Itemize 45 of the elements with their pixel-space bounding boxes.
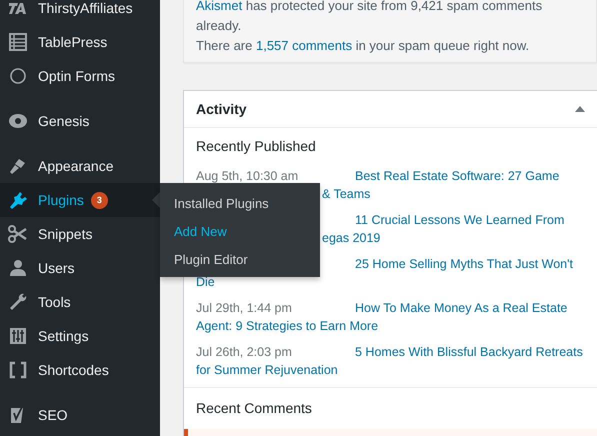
post-title-link[interactable]: Die bbox=[196, 273, 215, 291]
post-title-link[interactable]: Agent: 9 Strategies to Earn More bbox=[196, 317, 378, 335]
post-title-link[interactable]: 25 Home Selling Myths That Just Won't bbox=[355, 257, 573, 271]
sidebar-item[interactable]: Tools bbox=[0, 285, 160, 319]
sidebar-item[interactable]: ThirstyAffiliates bbox=[0, 0, 160, 25]
circle-icon bbox=[8, 66, 28, 86]
post-title-link[interactable]: Best Real Estate Software: 27 Game bbox=[355, 169, 560, 183]
sidebar-item[interactable]: Appearance bbox=[0, 149, 160, 183]
sidebar-item[interactable]: Snippets bbox=[0, 217, 160, 251]
collapse-toggle-icon[interactable] bbox=[575, 106, 585, 112]
sidebar-item[interactable]: SEO bbox=[0, 398, 160, 432]
plug-icon bbox=[8, 190, 28, 210]
wrench-icon bbox=[8, 292, 28, 312]
post-title-link[interactable]: 5 Homes With Blissful Backyard Retreats bbox=[355, 345, 583, 359]
post-title-link[interactable]: How To Make Money As a Real Estate bbox=[355, 301, 568, 315]
scissors-icon bbox=[8, 224, 28, 244]
notice-link[interactable]: 1,557 comments bbox=[256, 38, 352, 53]
section-heading: Recently Published bbox=[195, 137, 317, 156]
table-icon bbox=[8, 32, 28, 52]
user-icon bbox=[8, 258, 28, 278]
post-title-link[interactable]: 11 Crucial Lessons We Learned From bbox=[355, 213, 564, 227]
post-date: Jul 26th, 2:03 pm bbox=[196, 344, 293, 361]
submenu-item[interactable]: Plugin Editor bbox=[160, 246, 320, 274]
count-badge: 3 bbox=[90, 192, 108, 208]
sidebar-item[interactable]: TablePress bbox=[0, 25, 160, 59]
sidebar-item[interactable]: Shortcodes bbox=[0, 353, 160, 387]
post-title-link[interactable]: & Teams bbox=[322, 185, 370, 203]
notice-text: There are 1,557 comments in your spam queue right now. bbox=[196, 37, 530, 55]
post-date: Aug 5th, 10:30 am bbox=[196, 168, 300, 185]
brackets-icon bbox=[8, 360, 28, 380]
submenu-item[interactable]: Add New bbox=[160, 218, 320, 246]
brush-icon bbox=[8, 156, 28, 176]
sidebar-item[interactable]: Plugins 3 bbox=[0, 183, 160, 217]
card-title: Activity bbox=[196, 100, 247, 118]
notice-link[interactable]: Akismet bbox=[196, 0, 242, 13]
post-title-link[interactable]: for Summer Rejuvenation bbox=[196, 361, 338, 379]
sidebar-item[interactable]: Settings bbox=[0, 319, 160, 353]
sidebar-item[interactable]: Optin Forms bbox=[0, 59, 160, 93]
notice-text: Akismet has protected your site from 9,421 spam comments already. bbox=[196, 0, 544, 35]
sliders-icon bbox=[8, 326, 28, 346]
post-title-link[interactable]: egas 2019 bbox=[322, 229, 380, 247]
submenu-item[interactable]: Installed Plugins bbox=[160, 190, 320, 218]
post-date: Jul 29th, 1:44 pm bbox=[196, 300, 293, 317]
sidebar-item[interactable]: Genesis bbox=[0, 104, 160, 138]
sidebar-item[interactable]: Users bbox=[0, 251, 160, 285]
